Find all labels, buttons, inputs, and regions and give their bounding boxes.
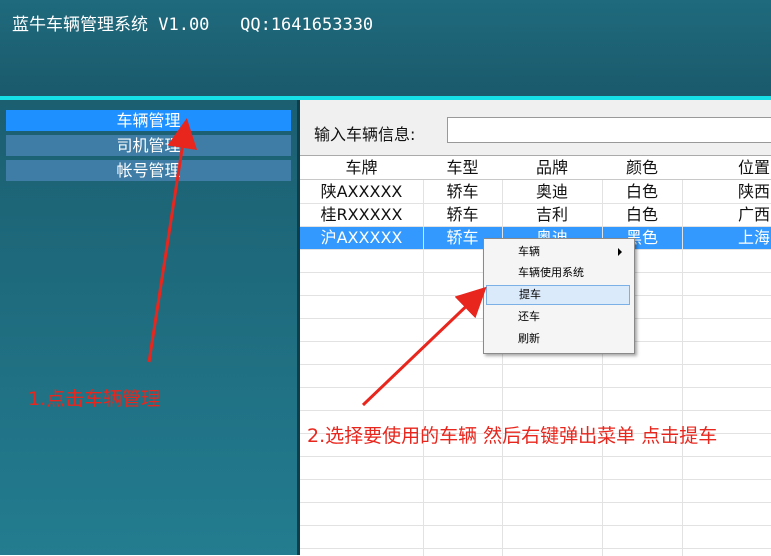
annotation-step-2: 2.选择要使用的车辆 然后右键弹出菜单 点击提车 — [307, 425, 718, 447]
arrow-to-pickup — [361, 286, 487, 407]
annotation-arrows — [147, 118, 487, 407]
annotation-step-1: 1.点击车辆管理 — [28, 388, 161, 410]
arrow-to-vehicle-management — [147, 118, 198, 363]
